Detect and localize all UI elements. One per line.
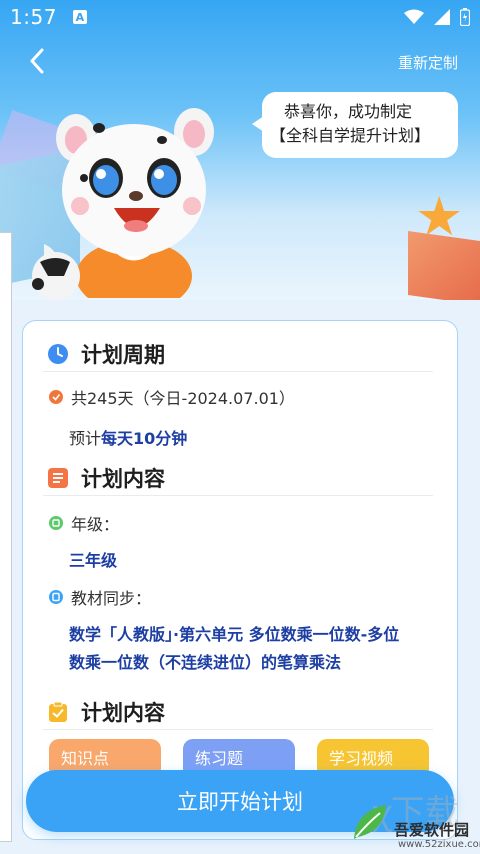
clock-icon (48, 344, 68, 364)
status-bar: 1:57 A (0, 0, 480, 34)
divider (43, 371, 433, 372)
plan-card: 计划周期 共245天（今日-2024.07.01） 预计每天10分钟 计划内容 … (22, 320, 458, 840)
battery-icon (460, 8, 470, 26)
textbook-row: 教材同步： (49, 585, 151, 609)
textbook-label: 教材同步： (71, 589, 152, 608)
grade-row: 年级： (49, 511, 119, 535)
textbook-line-2: 数乘一位数（不连续进位）的笔算乘法 (69, 653, 342, 672)
period-days-text: 共245天（今日-2024.07.01） (71, 389, 295, 408)
document-icon (48, 468, 68, 488)
star-icon: ★ (415, 185, 464, 248)
status-icons (404, 8, 470, 26)
bubble-line-2: 【全科自学提升计划】 (270, 126, 431, 145)
leaf-logo-icon (354, 805, 386, 839)
estimate-value: 每天10分钟 (101, 429, 188, 448)
section-period: 计划周期 (47, 339, 165, 369)
bubble-line-1: 恭喜你，成功制定 (284, 102, 413, 121)
side-panel-edge (0, 232, 12, 842)
watermark-name: 吾爱软件园 (394, 821, 470, 839)
wifi-icon (404, 9, 424, 24)
notification-icon: A (72, 10, 87, 24)
book-icon (49, 590, 63, 604)
section-content-title: 计划内容 (81, 467, 165, 491)
section-period-title: 计划周期 (81, 343, 165, 367)
hero-banner: ★ 1:57 A 重新定制 恭喜你，成功制定 【全科自学提升计划】 (0, 0, 480, 300)
watermark: ꭓ下载 吾爱软件园 www.52zixue.com (350, 793, 480, 854)
ball-icon (32, 252, 80, 300)
period-days-row: 共245天（今日-2024.07.01） (49, 385, 295, 409)
estimate-prefix: 预计 (69, 429, 102, 448)
estimate-row: 预计每天10分钟 (69, 425, 187, 449)
divider (43, 729, 433, 730)
status-time: 1:57 (10, 5, 57, 29)
calendar-icon (49, 390, 63, 404)
textbook-line-1: 数学「人教版」·第六单元 多位数乘一位数-多位 (69, 625, 400, 644)
signal-icon (434, 9, 450, 25)
reset-plan-button[interactable]: 重新定制 (398, 52, 458, 73)
clipboard-icon (49, 701, 67, 722)
grade-icon (49, 516, 63, 530)
back-button[interactable] (22, 46, 52, 76)
textbook-value: 数学「人教版」·第六单元 多位数乘一位数-多位 数乘一位数（不连续进位）的笔算乘… (69, 621, 449, 677)
section-content: 计划内容 (47, 463, 165, 493)
grade-value: 三年级 (69, 551, 118, 570)
section-content-2-title: 计划内容 (81, 701, 165, 725)
section-content-2: 计划内容 (47, 697, 165, 727)
speech-bubble: 恭喜你，成功制定 【全科自学提升计划】 (252, 92, 458, 158)
grade-label: 年级： (71, 515, 120, 534)
watermark-url: www.52zixue.com (398, 839, 480, 850)
chevron-left-icon (30, 48, 44, 74)
divider (43, 495, 433, 496)
